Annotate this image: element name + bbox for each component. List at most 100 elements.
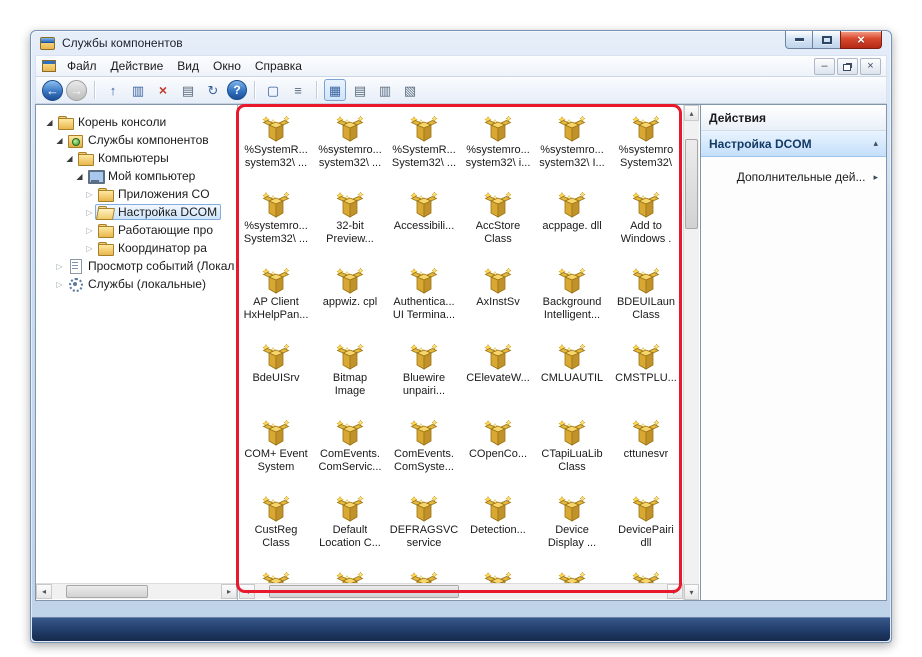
expander-icon[interactable]: ▷: [54, 262, 65, 271]
dcom-component-item[interactable]: CMLUAUTIL: [535, 338, 609, 414]
tree-item[interactable]: ◢ Мой компьютер: [36, 167, 237, 185]
expander-icon[interactable]: ◢: [74, 172, 85, 181]
refresh-button[interactable]: ↻: [202, 79, 224, 101]
dcom-component-item[interactable]: Device Display ...: [535, 490, 609, 566]
dcom-component-item[interactable]: BdeUISrv: [239, 338, 313, 414]
tree-scrollbar-thumb[interactable]: [66, 585, 148, 598]
list-horizontal-scrollbar[interactable]: ◂ ▸: [239, 583, 683, 599]
tree-scroll-right-button[interactable]: ▸: [221, 584, 237, 599]
menu-window[interactable]: Окно: [206, 57, 248, 75]
list-scrollbar-track[interactable]: [255, 584, 667, 599]
dcom-component-item[interactable]: %systemro System32\: [609, 110, 683, 186]
tree-item[interactable]: ▷ Просмотр событий (Локал: [36, 257, 237, 275]
list-scroll-up-button[interactable]: ▴: [684, 105, 699, 121]
properties-button[interactable]: ▤: [177, 79, 199, 101]
delete-button[interactable]: ×: [152, 79, 174, 101]
dcom-component-item[interactable]: %systemro... system32\ i...: [461, 110, 535, 186]
menu-view[interactable]: Вид: [170, 57, 206, 75]
mdi-close-button[interactable]: ×: [860, 58, 881, 75]
dcom-component-item[interactable]: Accessibili...: [387, 186, 461, 262]
dcom-component-item[interactable]: cttunesvr: [609, 414, 683, 490]
dcom-component-item[interactable]: %systemro... System32\ ...: [239, 186, 313, 262]
tree-item[interactable]: ◢ Корень консоли: [36, 113, 237, 131]
tree-item[interactable]: ▷ Настройка DCOM: [36, 203, 237, 221]
dcom-component-item[interactable]: Default Location C...: [313, 490, 387, 566]
dcom-component-item[interactable]: %SystemR... System32\ ...: [387, 110, 461, 186]
dcom-component-item[interactable]: Authentica... UI Termina...: [387, 262, 461, 338]
minimize-button[interactable]: [785, 31, 813, 49]
close-button[interactable]: ×: [840, 31, 882, 49]
expander-icon[interactable]: ▷: [54, 280, 65, 289]
tree-scrollbar-track[interactable]: [52, 584, 221, 599]
dcom-component-item[interactable]: %SystemR... system32\ ...: [239, 110, 313, 186]
expander-icon[interactable]: ▷: [84, 208, 95, 217]
tree-scroll-left-button[interactable]: ◂: [36, 584, 52, 599]
dcom-component-item[interactable]: CElevateW...: [461, 338, 535, 414]
back-button[interactable]: ←: [42, 79, 63, 101]
show-console-tree-button[interactable]: ▥: [127, 79, 149, 101]
list-scroll-left-button[interactable]: ◂: [239, 584, 255, 599]
list-vscrollbar-track[interactable]: [684, 121, 699, 584]
help-button[interactable]: ?: [227, 80, 247, 100]
export-list-button[interactable]: ≡: [287, 79, 309, 101]
actions-group-dcom[interactable]: Настройка DCOM ▴: [701, 131, 886, 157]
list-scroll-right-button[interactable]: ▸: [667, 584, 683, 599]
view-list-button[interactable]: ▥: [374, 79, 396, 101]
tree-item[interactable]: ▷ Координатор ра: [36, 239, 237, 257]
dcom-component-item[interactable]: BDEUILaun Class: [609, 262, 683, 338]
dcom-component-item[interactable]: ComEvents. ComSyste...: [387, 414, 461, 490]
maximize-button[interactable]: [813, 31, 840, 49]
titlebar[interactable]: Службы компонентов ×: [31, 31, 891, 55]
tree-item[interactable]: ▷ Службы (локальные): [36, 275, 237, 293]
dcom-component-item[interactable]: CTapiLuaLib Class: [535, 414, 609, 490]
dcom-component-item[interactable]: CustReg Class: [239, 490, 313, 566]
expander-icon[interactable]: ◢: [44, 118, 55, 127]
dcom-component-item[interactable]: Bitmap Image: [313, 338, 387, 414]
view-large-icons-button[interactable]: ▦: [324, 79, 346, 101]
expand-submenu-icon[interactable]: ▸: [873, 172, 878, 183]
expander-icon[interactable]: ◢: [54, 136, 65, 145]
dcom-component-item[interactable]: 32-bit Preview...: [313, 186, 387, 262]
up-one-level-button[interactable]: ↑: [102, 79, 124, 101]
tree-item[interactable]: ◢ Службы компонентов: [36, 131, 237, 149]
list-vscrollbar-thumb[interactable]: [685, 139, 698, 229]
dcom-component-item[interactable]: acppage. dll: [535, 186, 609, 262]
list-scroll-down-button[interactable]: ▾: [684, 584, 699, 600]
dcom-component-item[interactable]: Background Intelligent...: [535, 262, 609, 338]
tree-item[interactable]: ▷ Приложения CO: [36, 185, 237, 203]
actions-more-actions[interactable]: Дополнительные дей... ▸: [701, 165, 886, 189]
menu-help[interactable]: Справка: [248, 57, 309, 75]
new-window-button[interactable]: ▢: [262, 79, 284, 101]
dcom-component-item[interactable]: ComEvents. ComServic...: [313, 414, 387, 490]
dcom-component-item[interactable]: AP Client HxHelpPan...: [239, 262, 313, 338]
tree-item[interactable]: ▷ Работающие про: [36, 221, 237, 239]
dcom-component-item[interactable]: Add to Windows .: [609, 186, 683, 262]
dcom-component-item[interactable]: CMSTPLU...: [609, 338, 683, 414]
view-details-button[interactable]: ▧: [399, 79, 421, 101]
dcom-component-item[interactable]: Detection...: [461, 490, 535, 566]
view-small-icons-button[interactable]: ▤: [349, 79, 371, 101]
list-scrollbar-thumb[interactable]: [269, 585, 459, 598]
dcom-component-item[interactable]: %systemro... system32\ I...: [535, 110, 609, 186]
dcom-component-item[interactable]: DEFRAGSVC service: [387, 490, 461, 566]
mdi-restore-button[interactable]: [837, 58, 858, 75]
tree-horizontal-scrollbar[interactable]: ◂ ▸: [36, 583, 237, 599]
expander-icon[interactable]: ▷: [84, 190, 95, 199]
dcom-component-item[interactable]: AccStore Class: [461, 186, 535, 262]
dcom-component-item[interactable]: appwiz. cpl: [313, 262, 387, 338]
dcom-component-item[interactable]: COM+ Event System: [239, 414, 313, 490]
forward-button[interactable]: →: [66, 79, 87, 101]
dcom-component-item[interactable]: COpenCo...: [461, 414, 535, 490]
menu-action[interactable]: Действие: [104, 57, 171, 75]
collapse-group-icon[interactable]: ▴: [873, 138, 878, 149]
dcom-component-item[interactable]: Bluewire unpairi...: [387, 338, 461, 414]
tree-item[interactable]: ◢ Компьютеры: [36, 149, 237, 167]
list-vertical-scrollbar[interactable]: ▴ ▾: [683, 105, 699, 600]
mdi-minimize-button[interactable]: –: [814, 58, 835, 75]
menu-file[interactable]: Файл: [60, 57, 104, 75]
expander-icon[interactable]: ▷: [84, 244, 95, 253]
dcom-component-item[interactable]: DevicePairi dll: [609, 490, 683, 566]
dcom-component-item[interactable]: AxInstSv: [461, 262, 535, 338]
expander-icon[interactable]: ◢: [64, 154, 75, 163]
dcom-component-item[interactable]: %systemro... system32\ ...: [313, 110, 387, 186]
